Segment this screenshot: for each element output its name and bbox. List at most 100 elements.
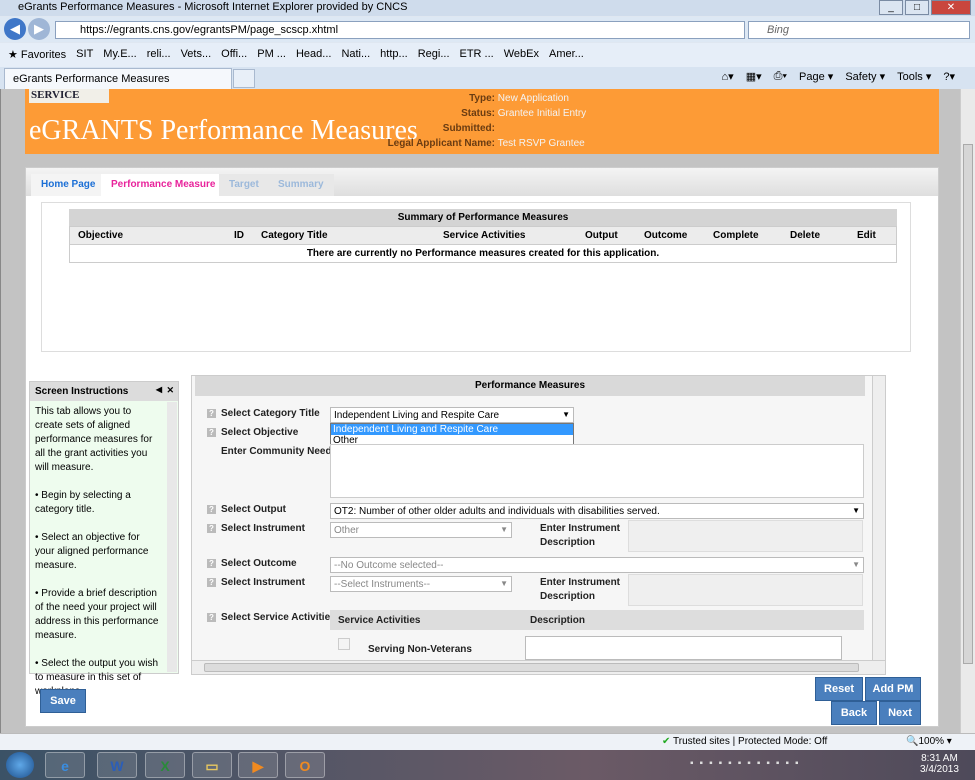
tools-menu[interactable]: Tools ▾: [897, 70, 931, 83]
forward-icon[interactable]: ▶: [28, 18, 50, 40]
instrument-value: Other: [334, 525, 360, 536]
tab-target[interactable]: Target: [219, 174, 269, 196]
applicant-value: Test RSVP Grantee: [497, 138, 585, 149]
submitted-label: Submitted:: [442, 123, 495, 134]
outcome-select[interactable]: --No Outcome selected-- ▼: [330, 557, 864, 573]
activity-checkbox[interactable]: [338, 638, 350, 650]
system-tray-icons[interactable]: ▪▪▪▪▪▪▪▪▪▪▪▪: [690, 758, 805, 769]
fav-link[interactable]: Regi...: [418, 48, 450, 62]
instrument-label: Select Instrument: [221, 577, 305, 588]
outcome-value: --No Outcome selected--: [334, 560, 444, 571]
chevron-down-icon: ▼: [852, 560, 860, 569]
fav-link[interactable]: reli...: [147, 48, 171, 62]
tab-performance-measure[interactable]: Performance Measure: [101, 174, 226, 196]
instrument-select-1[interactable]: Other ▼: [330, 522, 512, 538]
col-service-activities: Service Activities: [338, 615, 421, 626]
summary-header-row: Objective ID Category Title Service Acti…: [69, 226, 897, 245]
clock[interactable]: 8:31 AM 3/4/2013: [920, 753, 959, 775]
window-title-bar: eGrants Performance Measures - Microsoft…: [0, 0, 975, 16]
instrument-desc-textarea[interactable]: [628, 574, 863, 606]
fav-link[interactable]: PM ...: [257, 48, 286, 62]
type-label: Type:: [469, 93, 495, 104]
help-icon[interactable]: ?: [207, 505, 216, 514]
help-icon[interactable]: ?: [207, 578, 216, 587]
page-viewport: SERVICE eGRANTS Performance Measures Typ…: [0, 89, 960, 733]
feeds-icon[interactable]: ▦▾: [746, 70, 762, 83]
url-input[interactable]: https://egrants.cns.gov/egrantsPM/page_s…: [55, 21, 745, 39]
media-player-taskbar-icon[interactable]: ▶: [238, 752, 278, 778]
fav-link[interactable]: WebEx: [504, 48, 539, 62]
start-button[interactable]: [6, 752, 34, 778]
clock-time: 8:31 AM: [921, 753, 958, 764]
form-horizontal-scrollbar[interactable]: [192, 660, 885, 674]
fav-link[interactable]: Head...: [296, 48, 331, 62]
back-icon[interactable]: ◀: [4, 18, 26, 40]
help-icon[interactable]: ?: [207, 559, 216, 568]
new-tab-button[interactable]: [233, 69, 255, 88]
search-input[interactable]: Bing: [748, 21, 970, 39]
minimize-button[interactable]: _: [879, 0, 903, 15]
outlook-taskbar-icon[interactable]: O: [285, 752, 325, 778]
col-description: Description: [530, 615, 586, 626]
help-icon[interactable]: ?▾: [943, 70, 955, 83]
folder-taskbar-icon[interactable]: ▭: [192, 752, 232, 778]
community-need-textarea[interactable]: [330, 444, 864, 498]
reset-button[interactable]: Reset: [815, 677, 863, 701]
collapse-icon[interactable]: ◀: [156, 385, 162, 394]
community-need-label: Enter Community Need: [221, 446, 332, 457]
fav-link[interactable]: http...: [380, 48, 408, 62]
chevron-down-icon: ▼: [500, 579, 508, 588]
close-button[interactable]: ✕: [931, 0, 971, 15]
fav-link[interactable]: Nati...: [341, 48, 370, 62]
instrument-desc-textarea[interactable]: [628, 520, 863, 552]
form-vertical-scrollbar[interactable]: [872, 376, 885, 661]
dropdown-option[interactable]: Independent Living and Respite Care: [331, 424, 573, 435]
tab-summary[interactable]: Summary: [268, 174, 334, 196]
next-button[interactable]: Next: [879, 701, 921, 725]
home-icon[interactable]: ⌂▾: [722, 70, 734, 83]
outcome-label: Select Outcome: [221, 558, 297, 569]
activity-description-input[interactable]: [525, 636, 842, 660]
category-select[interactable]: Independent Living and Respite Care ▼: [330, 407, 574, 423]
fav-link[interactable]: My.E...: [103, 48, 136, 62]
excel-taskbar-icon[interactable]: X: [145, 752, 185, 778]
add-pm-button[interactable]: Add PM: [865, 677, 921, 701]
instrument-desc-label: Enter Instrument Description: [540, 523, 621, 548]
col-category: Category Title: [261, 230, 328, 241]
output-label: Select Output: [221, 504, 287, 515]
back-button[interactable]: Back: [831, 701, 877, 725]
page-menu[interactable]: Page ▾: [799, 70, 833, 83]
tab-home-page[interactable]: Home Page: [31, 174, 106, 196]
page-scrollbar[interactable]: [960, 89, 975, 733]
tab-strip: Home Page Performance Measure Target Sum…: [26, 168, 938, 196]
favorites-button[interactable]: ★ Favorites: [8, 48, 66, 62]
applicant-label: Legal Applicant Name:: [387, 138, 495, 149]
col-service-activities: Service Activities: [443, 230, 526, 241]
service-logo: SERVICE: [29, 89, 109, 103]
instructions-scrollbar[interactable]: [167, 402, 177, 672]
print-icon[interactable]: ⎙▾: [774, 70, 787, 83]
fav-link[interactable]: Offi...: [221, 48, 247, 62]
help-icon[interactable]: ?: [207, 613, 216, 622]
instrument-select-2[interactable]: --Select Instruments-- ▼: [330, 576, 512, 592]
close-icon[interactable]: ✕: [166, 385, 174, 396]
word-taskbar-icon[interactable]: W: [97, 752, 137, 778]
ie-taskbar-icon[interactable]: e: [45, 752, 85, 778]
save-button[interactable]: Save: [40, 689, 86, 713]
zoom-level[interactable]: 🔍100% ▾: [906, 736, 952, 747]
maximize-button[interactable]: □: [905, 0, 929, 15]
browser-tab[interactable]: eGrants Performance Measures: [4, 68, 232, 89]
fav-link[interactable]: Vets...: [181, 48, 212, 62]
zoom-value: 100%: [918, 736, 945, 747]
page-title: eGRANTS Performance Measures: [29, 115, 418, 146]
fav-link[interactable]: SIT: [76, 48, 93, 62]
output-select[interactable]: OT2: Number of other older adults and in…: [330, 503, 864, 519]
fav-link[interactable]: Amer...: [549, 48, 584, 62]
screen-instructions-panel: Screen Instructions ◀ ✕ This tab allows y…: [29, 381, 179, 697]
help-icon[interactable]: ?: [207, 524, 216, 533]
chevron-down-icon: ▼: [500, 525, 508, 534]
fav-link[interactable]: ETR ...: [460, 48, 494, 62]
safety-menu[interactable]: Safety ▾: [845, 70, 885, 83]
help-icon[interactable]: ?: [207, 428, 216, 437]
help-icon[interactable]: ?: [207, 409, 216, 418]
